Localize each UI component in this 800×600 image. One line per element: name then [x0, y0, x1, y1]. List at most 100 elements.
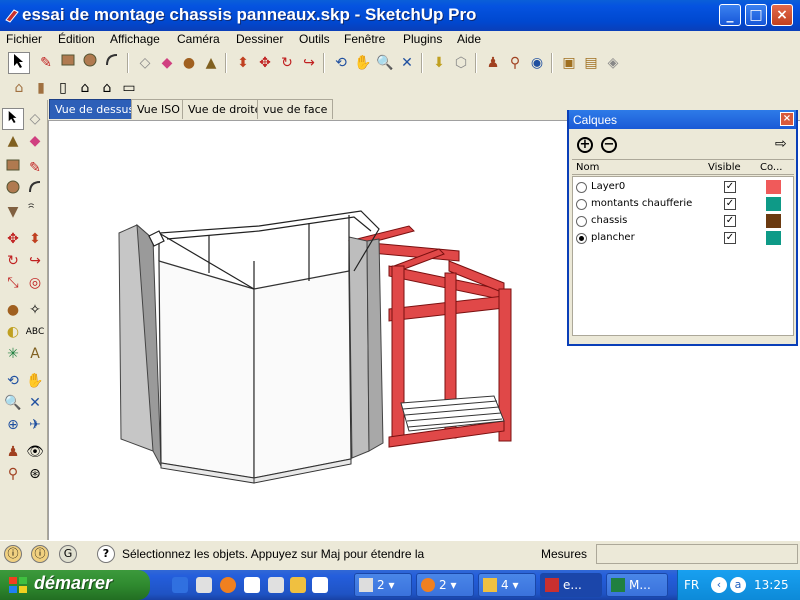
walk-icon[interactable]: ⚲: [2, 463, 24, 485]
text-icon[interactable]: ABC: [24, 321, 46, 343]
minimize-button[interactable]: _: [719, 4, 741, 26]
tray-app-icon[interactable]: a: [730, 577, 746, 593]
tape-measure-icon[interactable]: ●: [2, 299, 24, 321]
materials-icon[interactable]: ▤: [580, 52, 602, 74]
maximize-button[interactable]: □: [745, 4, 767, 26]
top-view-icon[interactable]: ▮: [30, 77, 52, 99]
help-icon[interactable]: ?: [97, 545, 115, 563]
zoom-icon[interactable]: 🔍: [374, 52, 396, 74]
move-icon[interactable]: ✥: [254, 52, 276, 74]
axes-icon[interactable]: ✳: [2, 343, 24, 365]
layer-color-swatch[interactable]: [766, 180, 781, 194]
zoom-window-icon[interactable]: ✕: [24, 392, 46, 414]
layer-active-radio[interactable]: [576, 182, 587, 193]
layer-active-radio[interactable]: [576, 199, 587, 210]
layers-close-button[interactable]: ×: [780, 112, 794, 126]
section-plane-icon[interactable]: ⊛: [24, 463, 46, 485]
layer-row[interactable]: plancher ✓: [573, 230, 793, 247]
layer-color-swatch[interactable]: [766, 197, 781, 211]
pan-icon[interactable]: ✋: [24, 370, 46, 392]
next-view-icon[interactable]: ⬡: [450, 52, 472, 74]
tab-vue-iso[interactable]: Vue ISO: [131, 99, 186, 119]
orbit-icon[interactable]: ⟲: [330, 52, 352, 74]
move-icon[interactable]: ✥: [2, 228, 24, 250]
layer-color-swatch[interactable]: [766, 231, 781, 245]
eraser-icon[interactable]: ◆: [24, 130, 46, 152]
follow-me-icon[interactable]: ↪: [298, 52, 320, 74]
layer-visible-checkbox[interactable]: ✓: [724, 181, 736, 193]
layer-active-radio[interactable]: [576, 233, 587, 244]
push-pull-icon[interactable]: ⬍: [24, 228, 46, 250]
rotate-icon[interactable]: ↻: [2, 250, 24, 272]
layer-row[interactable]: chassis ✓: [573, 213, 793, 230]
tape-measure-icon[interactable]: ●: [178, 52, 200, 74]
measurements-field[interactable]: [596, 544, 798, 564]
position-camera-icon[interactable]: ♟: [2, 441, 24, 463]
look-around-icon[interactable]: ◉: [526, 52, 548, 74]
freehand-icon[interactable]: ꩰ: [24, 201, 46, 223]
notes-quicklaunch-icon[interactable]: [312, 577, 328, 593]
menu-fichier[interactable]: Fichier: [6, 32, 42, 46]
scale-icon[interactable]: ⤡: [2, 272, 24, 294]
tab-vue-de-dessus[interactable]: Vue de dessus: [49, 99, 141, 119]
docs-quicklaunch-icon[interactable]: [244, 577, 260, 593]
components-icon[interactable]: ▣: [558, 52, 580, 74]
paint-bucket-icon[interactable]: ▲: [2, 130, 24, 152]
menu-affichage[interactable]: Affichage: [110, 32, 160, 46]
back-view-icon[interactable]: ⌂: [96, 77, 118, 99]
protractor-icon[interactable]: ◐: [2, 321, 24, 343]
folder-quicklaunch-icon[interactable]: [290, 577, 306, 593]
circle-icon[interactable]: [2, 179, 24, 201]
push-pull-icon[interactable]: ⬍: [232, 52, 254, 74]
left-view-icon[interactable]: ▭: [118, 77, 140, 99]
make-component-icon[interactable]: ◇: [24, 108, 46, 130]
tab-vue-de-face[interactable]: vue de face: [257, 99, 334, 119]
polygon-icon[interactable]: ▼: [2, 201, 24, 223]
select-icon[interactable]: [2, 108, 24, 130]
taskbar-sketchup[interactable]: e...: [540, 573, 602, 597]
layer-row[interactable]: montants chaufferie ✓: [573, 196, 793, 213]
start-button[interactable]: démarrer: [0, 570, 150, 600]
pan-icon[interactable]: ✋: [352, 52, 374, 74]
layers-details-icon[interactable]: ⇨: [775, 136, 787, 152]
menu-dessiner[interactable]: Dessiner: [236, 32, 283, 46]
rectangle-icon[interactable]: [57, 52, 79, 74]
add-layer-button[interactable]: +: [577, 137, 593, 153]
layer-row[interactable]: Layer0 ✓: [573, 179, 793, 196]
geo-location-icon[interactable]: ⓘ: [4, 545, 22, 563]
front-view-icon[interactable]: ▯: [52, 77, 74, 99]
3d-text-icon[interactable]: A: [24, 343, 46, 365]
menu-fenetre[interactable]: Fenêtre: [344, 32, 385, 46]
taskbar-group-firefox[interactable]: 2 ▾: [416, 573, 474, 597]
paint-bucket-icon[interactable]: ▲: [200, 52, 222, 74]
previous-icon[interactable]: ✈: [24, 414, 46, 436]
credits-icon[interactable]: ⓘ: [31, 545, 49, 563]
position-camera-icon[interactable]: ♟: [482, 52, 504, 74]
look-around-icon[interactable]: 👁: [24, 441, 46, 463]
walk-icon[interactable]: ⚲: [504, 52, 526, 74]
close-button[interactable]: ×: [771, 4, 793, 26]
language-indicator[interactable]: FR: [684, 578, 699, 592]
menu-outils[interactable]: Outils: [299, 32, 330, 46]
menu-plugins[interactable]: Plugins: [403, 32, 442, 46]
layer-visible-checkbox[interactable]: ✓: [724, 198, 736, 210]
tab-vue-de-droite[interactable]: Vue de droite: [182, 99, 268, 119]
menu-edition[interactable]: Édition: [58, 32, 95, 46]
media-quicklaunch-icon[interactable]: [196, 577, 212, 593]
arc-icon[interactable]: [24, 179, 46, 201]
taskbar-group-printer[interactable]: 2 ▾: [354, 573, 412, 597]
layer-color-swatch[interactable]: [766, 214, 781, 228]
app-quicklaunch-icon[interactable]: [268, 577, 284, 593]
eraser-icon[interactable]: ◆: [156, 52, 178, 74]
rectangle-icon[interactable]: [2, 157, 24, 179]
arc-icon[interactable]: [101, 52, 123, 74]
header-visible[interactable]: Visible: [708, 162, 741, 173]
line-icon[interactable]: ✎: [24, 157, 46, 179]
tray-arrow-icon[interactable]: ‹: [711, 577, 727, 593]
make-component-icon[interactable]: ◇: [134, 52, 156, 74]
firefox-quicklaunch-icon[interactable]: [220, 577, 236, 593]
dimension-icon[interactable]: ✧: [24, 299, 46, 321]
select-icon[interactable]: [8, 52, 30, 74]
zoom-icon[interactable]: 🔍: [2, 392, 24, 414]
desktop-quicklaunch-icon[interactable]: [172, 577, 188, 593]
